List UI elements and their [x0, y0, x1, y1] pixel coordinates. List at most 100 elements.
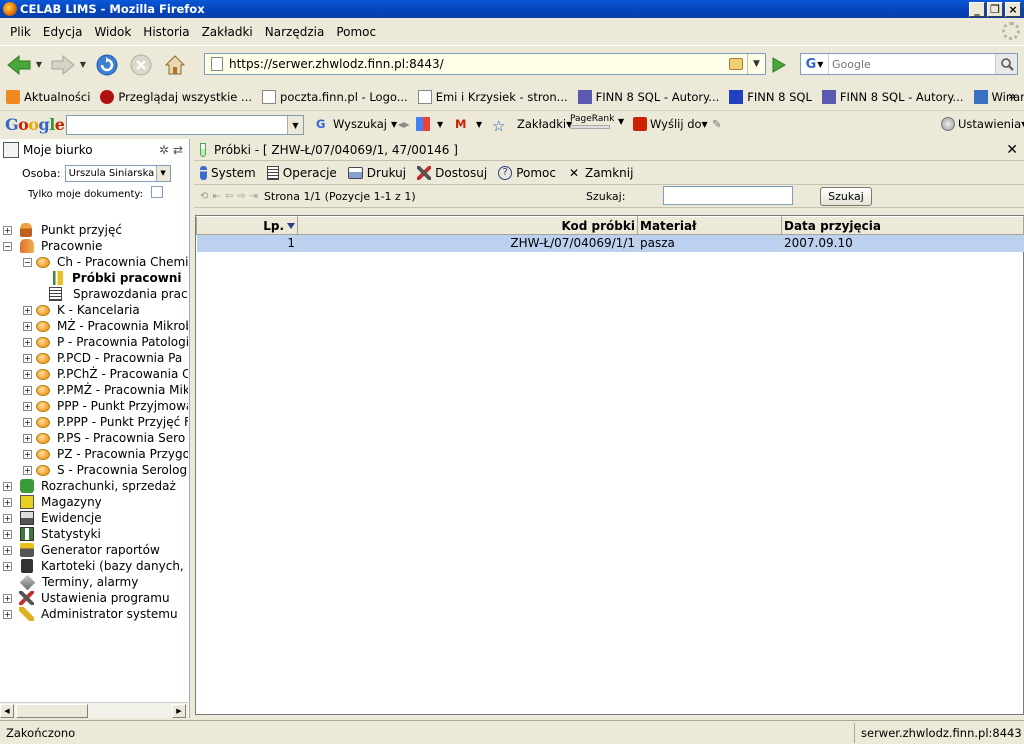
forward-button[interactable]: [48, 50, 78, 80]
next-page-icon[interactable]: ⇨: [237, 191, 245, 202]
tree-item-kartoteki[interactable]: +Kartoteki (bazy danych, zbi: [3, 558, 188, 574]
expand-icon[interactable]: +: [3, 529, 12, 539]
back-dropdown[interactable]: ▼: [34, 60, 44, 69]
maximize-button[interactable]: ❐: [987, 1, 1003, 17]
google-settings-button[interactable]: Ustawienia▼: [941, 117, 1024, 131]
google-search-button[interactable]: G Wyszukaj ▼: [316, 117, 397, 131]
expand-icon[interactable]: +: [23, 417, 32, 427]
collapse-icon[interactable]: ✲: [159, 143, 169, 157]
operations-button[interactable]: Operacje: [266, 165, 337, 180]
tree-item-ppp[interactable]: + PPP - Punkt Przyjmowa: [23, 398, 188, 414]
tree-item-pracownie[interactable]: − Pracownie: [3, 238, 102, 254]
tree-item-ppcd[interactable]: + P.PCD - Pracownia Pa: [23, 350, 182, 366]
send-to-button[interactable]: Wyślij do ▼: [633, 117, 708, 131]
system-button[interactable]: System: [200, 165, 256, 180]
tree-item-pracownia-chemiczna[interactable]: − Ch - Pracownia Chemi: [23, 254, 188, 270]
reload-button[interactable]: [92, 50, 122, 80]
tree-item-patologia[interactable]: + P - Pracownia Patologi: [23, 334, 188, 350]
pagerank-dropdown[interactable]: ▼: [618, 117, 624, 126]
column-header-sample-code[interactable]: Kod próbki: [297, 216, 638, 235]
expand-icon[interactable]: +: [3, 561, 12, 571]
back-button[interactable]: [4, 50, 34, 80]
menu-widok[interactable]: Widok: [88, 25, 137, 39]
google-search-input[interactable]: ▼: [66, 115, 304, 135]
search-button[interactable]: Szukaj: [820, 187, 872, 206]
expand-icon[interactable]: +: [3, 593, 12, 603]
first-page-icon[interactable]: ⇤: [212, 191, 220, 202]
menu-edycja[interactable]: Edycja: [37, 25, 89, 39]
google-bookmarks-button[interactable]: Zakładki ▼: [517, 117, 572, 131]
column-header-lp[interactable]: Lp.: [196, 216, 298, 235]
expand-icon[interactable]: +: [23, 353, 32, 363]
expand-icon[interactable]: +: [3, 513, 12, 523]
search-icon[interactable]: [995, 54, 1017, 74]
expand-icon[interactable]: +: [23, 465, 32, 475]
expand-icon[interactable]: +: [23, 433, 32, 443]
expand-icon[interactable]: +: [3, 497, 12, 507]
collapse-icon[interactable]: −: [23, 257, 32, 267]
collapse-icon[interactable]: −: [3, 241, 12, 251]
expand-icon[interactable]: +: [3, 545, 12, 555]
search-input[interactable]: [663, 186, 793, 205]
google-apps-button[interactable]: ▼: [416, 117, 443, 131]
bookmark-item[interactable]: Winamp 5.35 PL: [973, 90, 1024, 104]
expand-icon[interactable]: +: [23, 449, 32, 459]
expand-icon[interactable]: +: [23, 337, 32, 347]
bookmark-item[interactable]: Przeglądaj wszystkie ...: [100, 90, 252, 104]
menu-pomoc[interactable]: Pomoc: [330, 25, 382, 39]
prev-page-icon[interactable]: ⇦: [225, 191, 233, 202]
tree-item-kancelaria[interactable]: + K - Kancelaria: [23, 302, 140, 318]
url-bar[interactable]: https://serwer.zhwlodz.finn.pl:8443/ ▼: [204, 53, 766, 75]
expand-icon[interactable]: +: [23, 385, 32, 395]
tree-item-generator-raportow[interactable]: + Generator raportów: [3, 542, 160, 558]
home-button[interactable]: [160, 50, 190, 80]
forward-dropdown[interactable]: ▼: [78, 60, 88, 69]
tree-item-probki-pracowni[interactable]: Próbki pracowni: [44, 270, 182, 286]
stop-button[interactable]: [126, 50, 156, 80]
expand-icon[interactable]: +: [23, 401, 32, 411]
tree-item-magazyny[interactable]: + Magazyny: [3, 494, 102, 510]
tree-item-punkt-przyjec[interactable]: + Punkt przyjęć: [3, 222, 122, 238]
tree-item-mikrobiologia[interactable]: + MŻ - Pracownia Mikrob: [23, 318, 188, 334]
sync-icon[interactable]: ⇄: [173, 143, 183, 157]
expand-icon[interactable]: +: [23, 369, 32, 379]
expand-icon[interactable]: +: [23, 305, 32, 315]
scroll-left-icon[interactable]: ◀: [0, 704, 14, 718]
person-select[interactable]: Urszula Siniarska ▼: [64, 164, 171, 182]
menu-plik[interactable]: Plik: [4, 25, 37, 39]
pencil-icon[interactable]: ✎: [712, 117, 722, 131]
star-icon[interactable]: ☆: [492, 117, 505, 135]
expand-icon[interactable]: +: [3, 225, 12, 235]
bookmark-item[interactable]: Aktualności: [6, 90, 90, 104]
menu-narzedzia[interactable]: Narzędzia: [259, 25, 331, 39]
tree-item-statystyki[interactable]: + Statystyki: [3, 526, 101, 542]
lock-icon[interactable]: [729, 58, 743, 70]
expand-icon[interactable]: +: [23, 321, 32, 331]
bookmark-item[interactable]: FINN 8 SQL - Autory...: [577, 90, 719, 104]
last-page-icon[interactable]: ⇥: [250, 191, 258, 202]
web-search-input[interactable]: [829, 55, 995, 73]
url-history-dropdown[interactable]: ▼: [747, 54, 765, 74]
tree-item-rozrachunki[interactable]: + Rozrachunki, sprzedaż: [3, 478, 176, 494]
close-panel-button[interactable]: ✕ Zamknij: [567, 166, 634, 180]
menu-zakladki[interactable]: Zakładki: [196, 25, 259, 39]
menu-historia[interactable]: Historia: [137, 25, 195, 39]
search-engine-selector[interactable]: G ▼: [801, 54, 829, 74]
customize-button[interactable]: Dostosuj: [417, 165, 487, 180]
tree-item-ppchz[interactable]: + P.PChŻ - Pracowania C: [23, 366, 188, 382]
chevron-down-icon[interactable]: ▼: [287, 116, 303, 134]
close-window-button[interactable]: ×: [1005, 1, 1021, 17]
tree-item-pps[interactable]: + P.PS - Pracownia Sero: [23, 430, 185, 446]
close-icon[interactable]: ✕: [1006, 142, 1018, 158]
tree-item-pz[interactable]: + PZ - Pracownia Przygot: [23, 446, 188, 462]
tree-item-administrator[interactable]: + Administrator systemu: [3, 606, 178, 622]
tree-item-pppp[interactable]: + P.PPP - Punkt Przyjęć F: [23, 414, 188, 430]
minimize-button[interactable]: _: [969, 1, 985, 17]
tree-item-terminy[interactable]: Terminy, alarmy: [3, 574, 138, 590]
help-button[interactable]: ? Pomoc: [498, 165, 556, 180]
bookmark-item[interactable]: Emi i Krzysiek - stron...: [417, 90, 568, 104]
column-header-date[interactable]: Data przyjęcia: [781, 216, 1024, 235]
only-mine-checkbox[interactable]: [150, 185, 163, 198]
table-row[interactable]: 1 ZHW-Ł/07/04069/1/1 pasza 2007.09.10: [196, 234, 1024, 252]
tree-item-sprawozdania[interactable]: Sprawozdania prac: [44, 286, 188, 302]
